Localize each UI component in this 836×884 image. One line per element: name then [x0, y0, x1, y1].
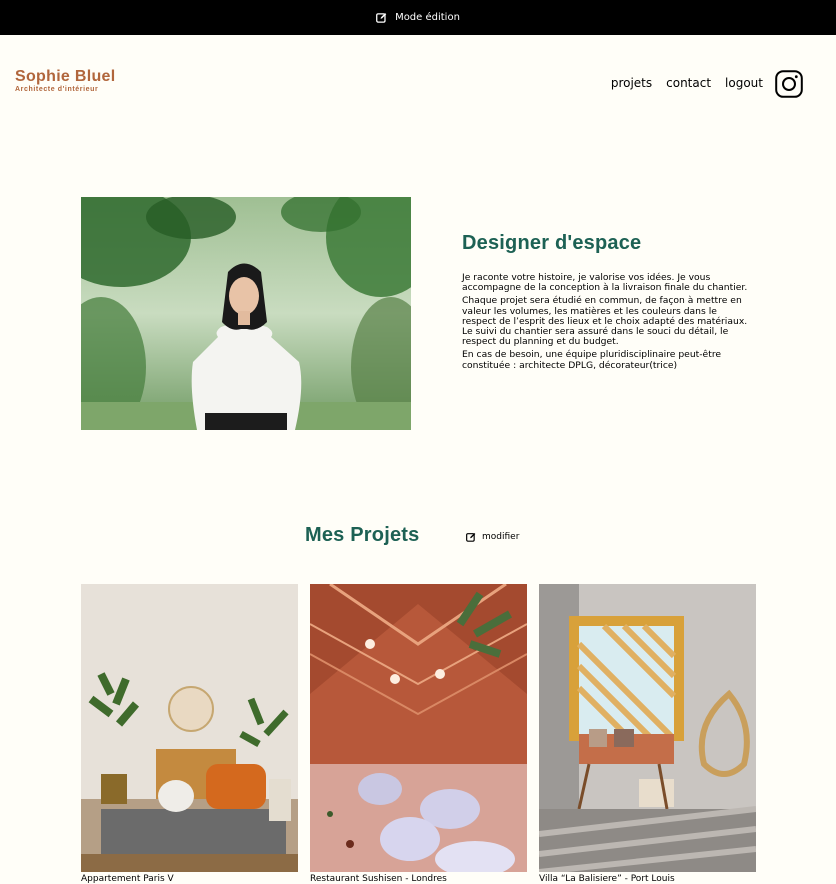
main-nav: projets contact logout — [611, 76, 763, 90]
logo[interactable]: Sophie Bluel Architecte d'intérieur — [15, 68, 116, 94]
edit-icon — [376, 13, 387, 23]
project-card[interactable]: Restaurant Sushisen - Londres — [310, 584, 527, 884]
project-caption: Appartement Paris V — [81, 874, 174, 884]
project-gallery: Appartement Paris V Restaurant Sushisen … — [81, 584, 756, 884]
project-card[interactable]: Villa “La Balisiere” - Port Louis — [539, 584, 756, 884]
nav-contact-link[interactable]: contact — [666, 76, 711, 90]
project-caption: Villa “La Balisiere” - Port Louis — [539, 874, 675, 884]
projects-title: Mes Projets — [305, 524, 420, 546]
nav-logout-link[interactable]: logout — [725, 76, 763, 90]
project-card[interactable]: Appartement Paris V — [81, 584, 298, 884]
intro-paragraph-2: Chaque projet sera étudié en commun, de … — [462, 295, 748, 348]
intro-paragraph-3: En cas de besoin, une équipe pluridiscip… — [462, 349, 722, 371]
intro-paragraph-1: Je raconte votre histoire, je valorise v… — [462, 272, 748, 294]
logo-name: Sophie Bluel — [15, 68, 116, 85]
logo-subtitle: Architecte d'intérieur — [15, 86, 99, 93]
intro-section: Designer d'espace Je raconte votre histo… — [462, 232, 752, 374]
edit-mode-banner[interactable]: Mode édition — [0, 0, 836, 35]
edit-mode-label: Mode édition — [395, 12, 460, 23]
intro-title: Designer d'espace — [462, 232, 642, 254]
modify-button[interactable]: modifier — [466, 532, 519, 542]
project-image-apartment — [81, 584, 298, 872]
edit-icon — [466, 533, 476, 542]
project-caption: Restaurant Sushisen - Londres — [310, 874, 447, 884]
architect-portrait-photo — [81, 197, 411, 430]
project-image-restaurant — [310, 584, 527, 872]
modify-label: modifier — [482, 532, 520, 542]
instagram-icon[interactable] — [775, 70, 803, 98]
nav-projects-link[interactable]: projets — [611, 76, 652, 90]
project-image-villa — [539, 584, 756, 872]
